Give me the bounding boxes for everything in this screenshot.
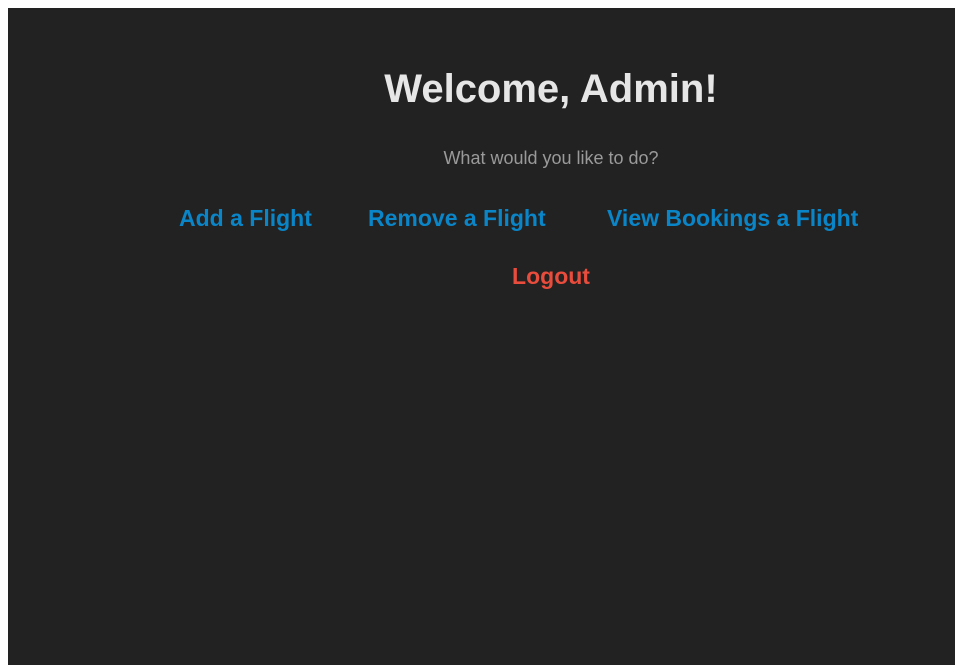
- admin-dashboard: Welcome, Admin! What would you like to d…: [8, 8, 955, 665]
- view-bookings-link[interactable]: View Bookings a Flight: [607, 203, 858, 233]
- logout-link[interactable]: Logout: [8, 261, 955, 291]
- page-title: Welcome, Admin!: [384, 67, 718, 111]
- page-container: Welcome, Admin! What would you like to d…: [8, 8, 955, 665]
- add-flight-link[interactable]: Add a Flight: [179, 203, 312, 233]
- page-subtitle: What would you like to do?: [443, 148, 659, 168]
- remove-flight-link[interactable]: Remove a Flight: [368, 203, 546, 233]
